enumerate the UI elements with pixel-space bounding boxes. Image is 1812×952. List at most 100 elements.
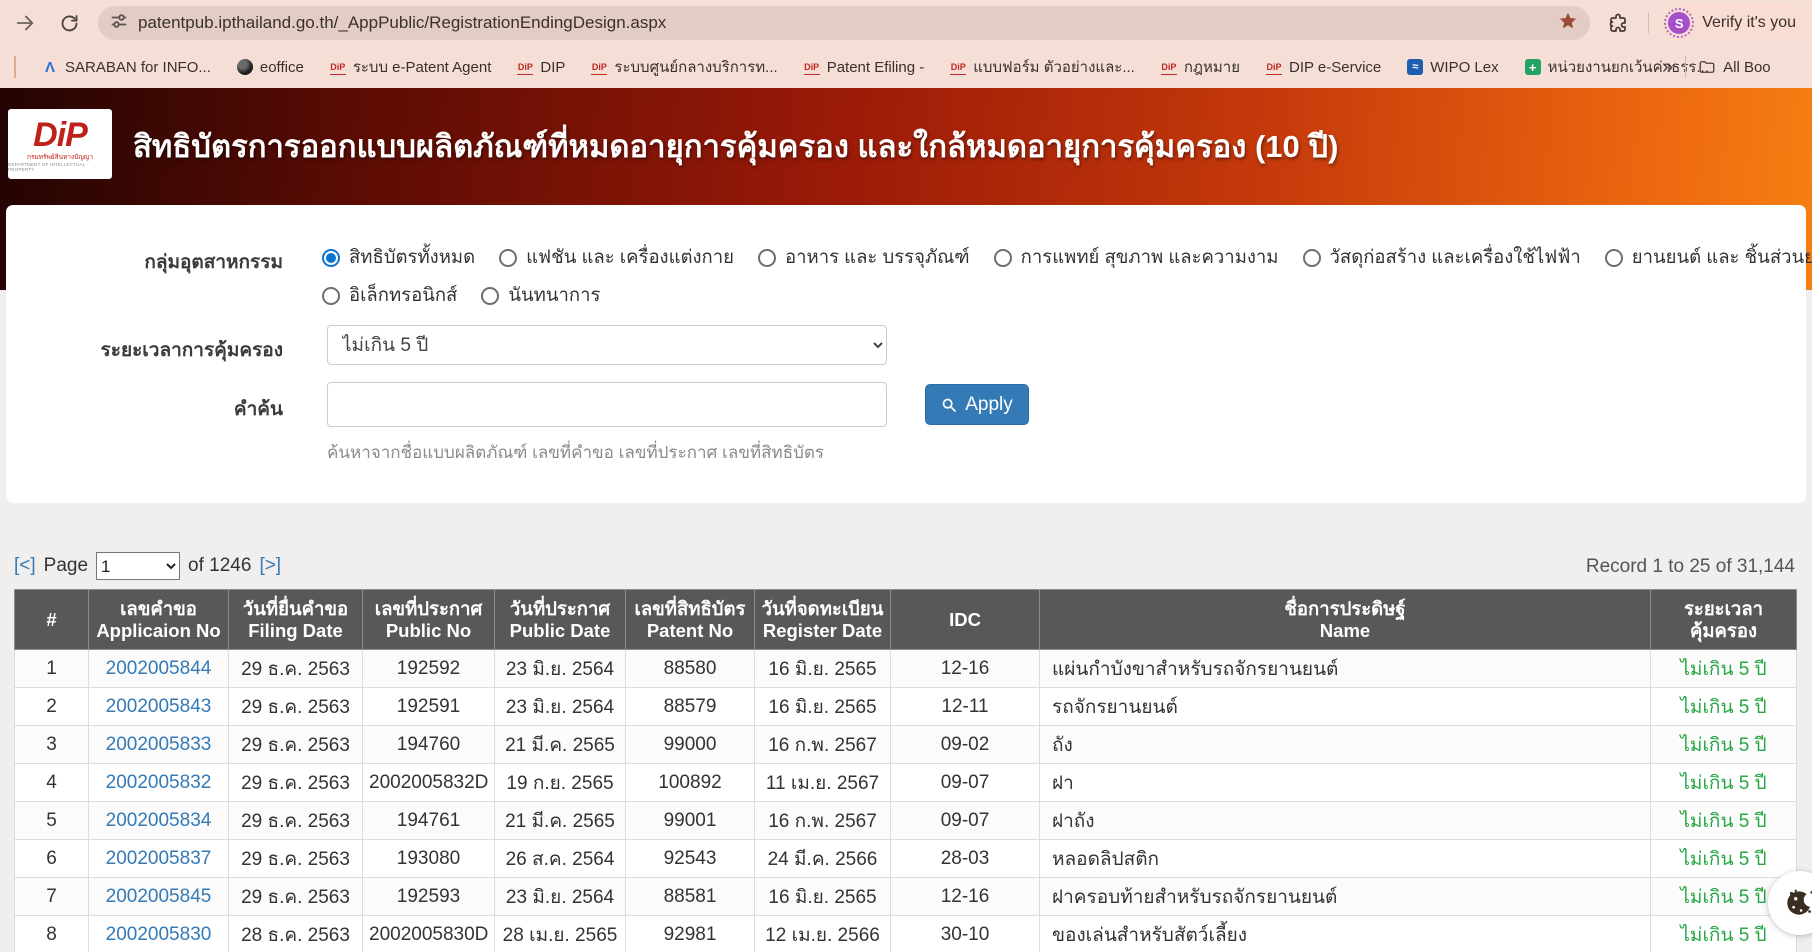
reload-icon[interactable] xyxy=(54,8,84,38)
industry-radio-option[interactable]: วัสดุก่อสร้าง และเครื่องใช้ไฟฟ้า xyxy=(1303,243,1581,272)
application-no-link[interactable]: 2002005844 xyxy=(106,658,212,679)
bookmark-item[interactable]: DiPระบบศูนย์กลางบริการท... xyxy=(591,55,777,79)
site-info-icon[interactable] xyxy=(110,12,128,35)
cell-application-no: 2002005843 xyxy=(89,688,229,726)
cell-application-no: 2002005845 xyxy=(89,878,229,916)
radio-label: อาหาร และ บรรจุภัณฑ์ xyxy=(785,243,970,272)
table-cell: 5 xyxy=(15,802,89,840)
application-no-link[interactable]: 2002005843 xyxy=(106,696,212,717)
table-cell: ไม่เกิน 5 ปี xyxy=(1651,802,1797,840)
cell-application-no: 2002005837 xyxy=(89,840,229,878)
industry-radio-option[interactable]: อาหาร และ บรรจุภัณฑ์ xyxy=(758,243,970,272)
industry-radio-option[interactable]: การแพทย์ สุขภาพ และความงาม xyxy=(994,243,1279,272)
table-cell: 21 มี.ค. 2565 xyxy=(495,726,626,764)
address-bar[interactable]: patentpub.ipthailand.go.th/_AppPublic/Re… xyxy=(98,6,1590,40)
table-cell: 23 มิ.ย. 2564 xyxy=(495,650,626,688)
industry-radio-row-1: สิทธิบัตรทั้งหมด แฟชัน และ เครื่องแต่งกาย… xyxy=(322,243,1812,272)
radio-icon[interactable] xyxy=(481,287,499,305)
sheet-icon: + xyxy=(1525,59,1541,75)
bookmark-star-icon[interactable] xyxy=(1558,11,1578,36)
bookmarks-right: » All Boo xyxy=(1662,46,1812,88)
column-header: วันที่ยื่นคำขอFiling Date xyxy=(229,590,363,650)
bookmark-item[interactable]: DiPกฎหมาย xyxy=(1161,55,1240,79)
bookmark-item[interactable]: DiPDIP e-Service xyxy=(1266,59,1381,76)
table-cell: 29 ธ.ค. 2563 xyxy=(229,764,363,802)
bookmark-item[interactable]: DiPระบบ e-Patent Agent xyxy=(330,55,492,79)
table-cell: 29 ธ.ค. 2563 xyxy=(229,726,363,764)
table-cell: ถัง xyxy=(1040,726,1651,764)
all-bookmarks-button[interactable]: All Boo xyxy=(1698,58,1771,76)
bookmark-item[interactable]: DiPDIP xyxy=(517,59,565,76)
radio-icon[interactable] xyxy=(1605,249,1623,267)
table-cell: 192593 xyxy=(363,878,495,916)
table-cell: 30-10 xyxy=(891,916,1040,952)
table-cell: ไม่เกิน 5 ปี xyxy=(1651,650,1797,688)
table-cell: ไม่เกิน 5 ปี xyxy=(1651,726,1797,764)
bookmark-item[interactable]: eoffice xyxy=(237,59,304,76)
application-no-link[interactable]: 2002005830 xyxy=(106,924,212,945)
protection-period-select[interactable]: ไม่เกิน 5 ปี xyxy=(327,325,887,365)
column-header: เลขที่ประกาศPublic No xyxy=(363,590,495,650)
industry-radio-option[interactable]: แฟชัน และ เครื่องแต่งกาย xyxy=(499,243,734,272)
table-cell: 194761 xyxy=(363,802,495,840)
radio-label: นันทนาการ xyxy=(508,281,600,310)
radio-icon[interactable] xyxy=(499,249,517,267)
apply-button[interactable]: Apply xyxy=(925,384,1029,425)
bookmark-item[interactable]: DiPPatent Efiling - xyxy=(804,59,925,76)
table-row: 7200200584529 ธ.ค. 256319259323 มิ.ย. 25… xyxy=(15,878,1797,916)
application-no-link[interactable]: 2002005832 xyxy=(106,772,212,793)
table-cell: 4 xyxy=(15,764,89,802)
browser-window: patentpub.ipthailand.go.th/_AppPublic/Re… xyxy=(0,0,1812,952)
table-cell: 09-07 xyxy=(891,764,1040,802)
bookmark-label: Patent Efiling - xyxy=(827,59,925,76)
table-row: 2200200584329 ธ.ค. 256319259123 มิ.ย. 25… xyxy=(15,688,1797,726)
extensions-icon[interactable] xyxy=(1604,8,1634,38)
url-text[interactable]: patentpub.ipthailand.go.th/_AppPublic/Re… xyxy=(138,13,1548,33)
radio-icon[interactable] xyxy=(994,249,1012,267)
dip-icon: DiP xyxy=(330,59,346,75)
forward-icon[interactable] xyxy=(10,8,40,38)
table-cell: แผ่นกำบังขาสำหรับรถจักรยานยนต์ xyxy=(1040,650,1651,688)
keyword-label: คำค้น xyxy=(6,394,283,424)
dip-icon: DiP xyxy=(1266,59,1282,75)
table-cell: รถจักรยานยนต์ xyxy=(1040,688,1651,726)
column-header: เลขคำขอApplicaion No xyxy=(89,590,229,650)
column-header: IDC xyxy=(891,590,1040,650)
table-cell: 29 ธ.ค. 2563 xyxy=(229,650,363,688)
application-no-link[interactable]: 2002005837 xyxy=(106,848,212,869)
profile-chip[interactable]: S Verify it's you xyxy=(1660,5,1810,41)
keyword-input[interactable] xyxy=(327,382,887,427)
bookmark-item[interactable]: ≈WIPO Lex xyxy=(1407,59,1498,76)
globe-icon xyxy=(237,59,253,75)
cell-application-no: 2002005832 xyxy=(89,764,229,802)
industry-radio-option[interactable]: ยานยนต์ และ ชิ้นส่วนยานยนต์ xyxy=(1605,243,1812,272)
table-cell: 23 มิ.ย. 2564 xyxy=(495,688,626,726)
next-page-link[interactable]: [>] xyxy=(259,555,281,577)
application-no-link[interactable]: 2002005845 xyxy=(106,886,212,907)
dip-logo-thai: กรมทรัพย์สินทางปัญญา xyxy=(27,155,93,162)
record-count-text: Record 1 to 25 of 31,144 xyxy=(1586,556,1795,578)
radio-icon[interactable] xyxy=(322,287,340,305)
industry-radio-option[interactable]: อิเล็กทรอนิกส์ xyxy=(322,281,457,310)
application-no-link[interactable]: 2002005834 xyxy=(106,810,212,831)
table-cell: 8 xyxy=(15,916,89,952)
table-cell: 19 ก.ย. 2565 xyxy=(495,764,626,802)
column-header: วันที่ประกาศPublic Date xyxy=(495,590,626,650)
page-select[interactable]: 1 xyxy=(96,552,180,580)
table-cell: 28 ธ.ค. 2563 xyxy=(229,916,363,952)
table-cell: 3 xyxy=(15,726,89,764)
table-row: 1200200584429 ธ.ค. 256319259223 มิ.ย. 25… xyxy=(15,650,1797,688)
page-label: Page xyxy=(44,555,88,577)
prev-page-link[interactable]: [<] xyxy=(14,555,36,577)
radio-icon[interactable] xyxy=(322,249,340,267)
industry-radio-option[interactable]: สิทธิบัตรทั้งหมด xyxy=(322,243,475,272)
radio-icon[interactable] xyxy=(1303,249,1321,267)
bookmark-item[interactable]: DiPแบบฟอร์ม ตัวอย่างและ... xyxy=(950,55,1135,79)
table-row: 8200200583028 ธ.ค. 25632002005830D28 เม.… xyxy=(15,916,1797,952)
industry-radio-option[interactable]: นันทนาการ xyxy=(481,281,600,310)
table-row: 5200200583429 ธ.ค. 256319476121 มี.ค. 25… xyxy=(15,802,1797,840)
bookmarks-overflow-icon[interactable]: » xyxy=(1662,56,1673,79)
bookmark-item[interactable]: ΛSARABAN for INFO... xyxy=(42,59,211,76)
application-no-link[interactable]: 2002005833 xyxy=(106,734,212,755)
radio-icon[interactable] xyxy=(758,249,776,267)
